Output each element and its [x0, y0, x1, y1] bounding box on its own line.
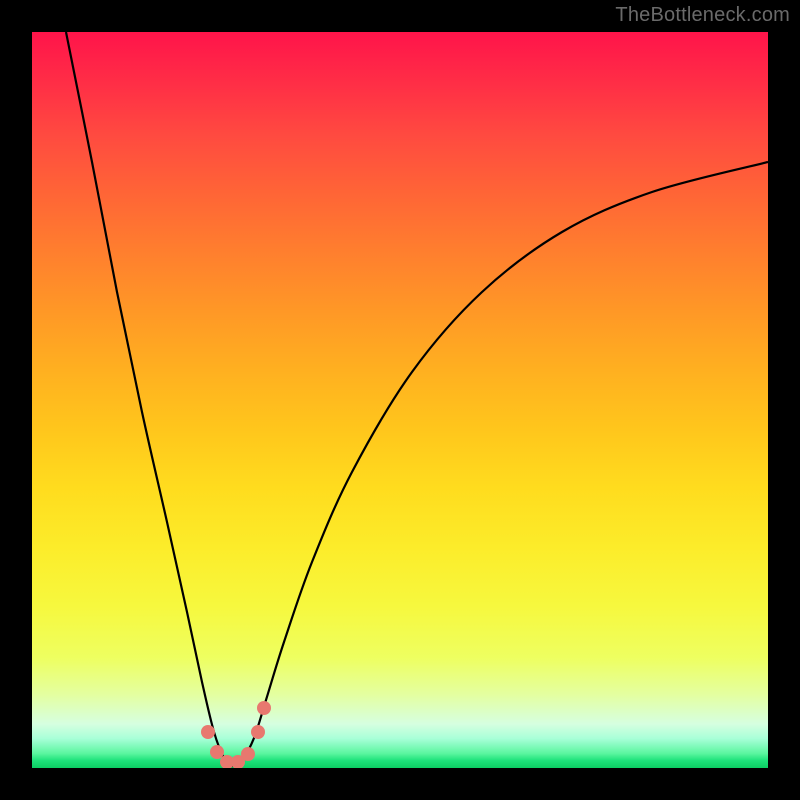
- marker-dot: [241, 747, 255, 761]
- marker-dot: [257, 701, 271, 715]
- marker-dot: [251, 725, 265, 739]
- markers-group: [201, 701, 271, 768]
- marker-layer: [32, 32, 768, 768]
- watermark-text: TheBottleneck.com: [615, 4, 790, 27]
- marker-dot: [201, 725, 215, 739]
- plot-area: [32, 32, 768, 768]
- marker-dot: [210, 745, 224, 759]
- chart-frame: TheBottleneck.com: [0, 0, 800, 800]
